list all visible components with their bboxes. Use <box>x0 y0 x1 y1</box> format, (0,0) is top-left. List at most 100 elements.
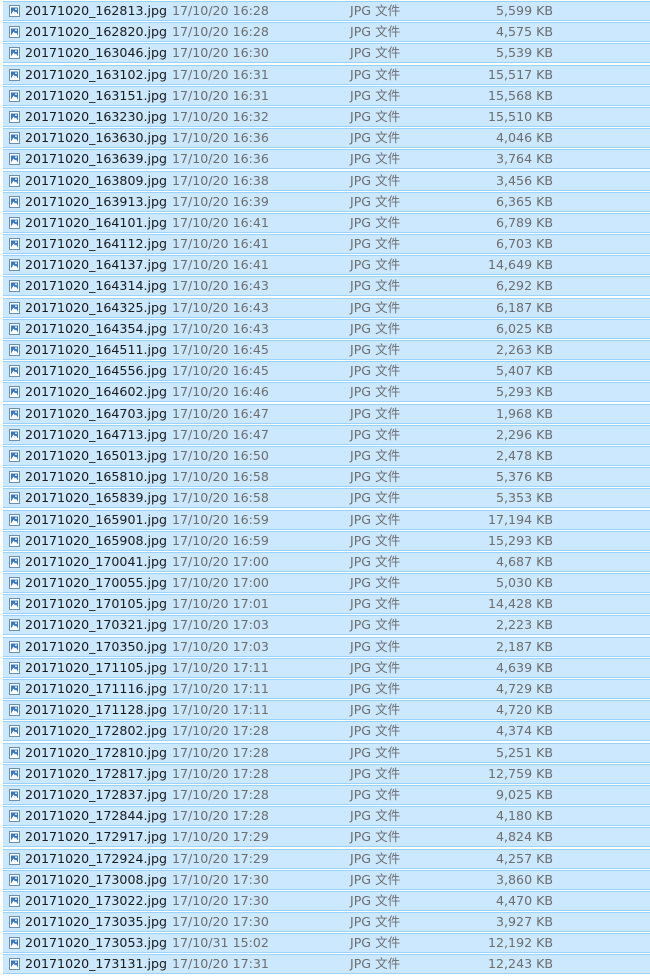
file-size: 4,374 KB <box>496 723 553 739</box>
file-row[interactable]: 20171020_172837.jpg 17/10/20 17:28 JPG 文… <box>3 784 650 805</box>
file-row[interactable]: 20171020_170055.jpg 17/10/20 17:00 JPG 文… <box>3 573 650 594</box>
file-modified-date: 17/10/20 16:38 <box>172 172 269 188</box>
file-type: JPG 文件 <box>350 596 401 612</box>
image-file-icon <box>9 555 20 568</box>
file-size: 9,025 KB <box>496 786 553 802</box>
file-row[interactable]: 20171020_164112.jpg 17/10/20 16:41 JPG 文… <box>3 234 650 255</box>
file-row[interactable]: 20171020_170041.jpg 17/10/20 17:00 JPG 文… <box>3 551 650 572</box>
file-type: JPG 文件 <box>350 511 401 527</box>
image-file-icon <box>9 640 20 653</box>
file-row[interactable]: 20171020_163809.jpg 17/10/20 16:38 JPG 文… <box>3 170 650 191</box>
file-type: JPG 文件 <box>350 935 401 951</box>
file-row[interactable]: 20171020_165901.jpg 17/10/20 16:59 JPG 文… <box>3 509 650 530</box>
file-modified-date: 17/10/20 16:43 <box>172 278 269 294</box>
file-row[interactable]: 20171020_162813.jpg 17/10/20 16:28 JPG 文… <box>3 1 650 21</box>
file-type: JPG 文件 <box>350 871 401 887</box>
file-row[interactable]: 20171020_171105.jpg 17/10/20 17:11 JPG 文… <box>3 657 650 678</box>
file-name: 20171020_173035.jpg <box>25 914 167 930</box>
image-file-icon <box>9 428 20 441</box>
file-size: 5,407 KB <box>496 363 553 379</box>
file-size: 3,764 KB <box>496 151 553 167</box>
file-row[interactable]: 20171020_164602.jpg 17/10/20 16:46 JPG 文… <box>3 382 650 403</box>
file-row[interactable]: 20171020_163630.jpg 17/10/20 16:36 JPG 文… <box>3 128 650 149</box>
file-row[interactable]: 20171020_165810.jpg 17/10/20 16:58 JPG 文… <box>3 467 650 488</box>
image-file-icon <box>9 916 20 929</box>
file-modified-date: 17/10/20 16:41 <box>172 214 269 230</box>
image-file-icon <box>9 216 20 229</box>
image-file-icon <box>9 110 20 123</box>
file-type: JPG 文件 <box>350 278 401 294</box>
file-row[interactable]: 20171020_164556.jpg 17/10/20 16:45 JPG 文… <box>3 361 650 382</box>
file-name: 20171020_171105.jpg <box>25 659 167 675</box>
file-row[interactable]: 20171020_173008.jpg 17/10/20 17:30 JPG 文… <box>3 869 650 890</box>
file-modified-date: 17/10/20 16:36 <box>172 151 269 167</box>
file-row[interactable]: 20171020_172924.jpg 17/10/20 17:29 JPG 文… <box>3 848 650 869</box>
file-modified-date: 17/10/20 17:11 <box>172 681 269 696</box>
file-row[interactable]: 20171020_162820.jpg 17/10/20 16:28 JPG 文… <box>3 22 650 43</box>
image-file-icon <box>9 322 20 335</box>
image-file-icon <box>9 449 20 462</box>
file-type: JPG 文件 <box>350 681 401 696</box>
file-row[interactable]: 20171020_172802.jpg 17/10/20 17:28 JPG 文… <box>3 721 650 742</box>
file-row[interactable]: 20171020_172810.jpg 17/10/20 17:28 JPG 文… <box>3 742 650 763</box>
file-row[interactable]: 20171020_163230.jpg 17/10/20 16:32 JPG 文… <box>3 106 650 127</box>
image-file-icon <box>9 238 20 251</box>
image-file-icon <box>9 683 20 695</box>
file-type: JPG 文件 <box>350 236 401 252</box>
file-name: 20171020_164101.jpg <box>25 214 167 230</box>
image-file-icon <box>9 344 20 356</box>
file-row[interactable]: 20171020_163102.jpg 17/10/20 16:31 JPG 文… <box>3 64 650 85</box>
image-file-icon <box>9 492 20 505</box>
file-size: 14,649 KB <box>488 257 553 273</box>
file-modified-date: 17/10/20 16:59 <box>172 532 269 548</box>
file-row[interactable]: 20171020_172817.jpg 17/10/20 17:28 JPG 文… <box>3 763 650 784</box>
file-size: 5,293 KB <box>496 384 553 400</box>
file-size: 5,030 KB <box>496 575 553 591</box>
file-row[interactable]: 20171020_171116.jpg 17/10/20 17:11 JPG 文… <box>3 679 650 699</box>
image-file-icon <box>9 873 20 886</box>
file-row[interactable]: 20171020_173035.jpg 17/10/20 17:30 JPG 文… <box>3 912 650 933</box>
file-row[interactable]: 20171020_164713.jpg 17/10/20 16:47 JPG 文… <box>3 424 650 445</box>
file-row[interactable]: 20171020_173131.jpg 17/10/20 17:31 JPG 文… <box>3 954 650 975</box>
file-size: 5,376 KB <box>496 469 553 485</box>
file-type: JPG 文件 <box>350 66 401 82</box>
file-row[interactable]: 20171020_172917.jpg 17/10/20 17:29 JPG 文… <box>3 827 650 848</box>
file-row[interactable]: 20171020_163046.jpg 17/10/20 16:30 JPG 文… <box>3 43 650 64</box>
file-row[interactable]: 20171020_170321.jpg 17/10/20 17:03 JPG 文… <box>3 615 650 636</box>
file-row[interactable]: 20171020_164101.jpg 17/10/20 16:41 JPG 文… <box>3 212 650 233</box>
file-row[interactable]: 20171020_170350.jpg 17/10/20 17:03 JPG 文… <box>3 636 650 657</box>
file-row[interactable]: 20171020_164325.jpg 17/10/20 16:43 JPG 文… <box>3 297 650 318</box>
file-row[interactable]: 20171020_173022.jpg 17/10/20 17:30 JPG 文… <box>3 890 650 911</box>
file-row[interactable]: 20171020_165908.jpg 17/10/20 16:59 JPG 文… <box>3 530 650 551</box>
image-file-icon <box>9 810 20 823</box>
file-modified-date: 17/10/20 16:39 <box>172 193 269 209</box>
file-name: 20171020_163639.jpg <box>25 151 167 167</box>
image-file-icon <box>9 513 20 526</box>
file-row[interactable]: 20171020_164137.jpg 17/10/20 16:41 JPG 文… <box>3 255 650 276</box>
file-row[interactable]: 20171020_165839.jpg 17/10/20 16:58 JPG 文… <box>3 488 650 509</box>
file-row[interactable]: 20171020_164354.jpg 17/10/20 16:43 JPG 文… <box>3 318 650 339</box>
image-file-icon <box>9 89 20 102</box>
file-size: 4,180 KB <box>496 808 553 824</box>
file-modified-date: 17/10/20 16:30 <box>172 45 269 61</box>
image-file-icon <box>9 259 20 272</box>
file-row[interactable]: 20171020_170105.jpg 17/10/20 17:01 JPG 文… <box>3 594 650 615</box>
file-row[interactable]: 20171020_173053.jpg 17/10/31 15:02 JPG 文… <box>3 933 650 954</box>
file-row[interactable]: 20171020_163639.jpg 17/10/20 16:36 JPG 文… <box>3 149 650 170</box>
file-modified-date: 17/10/20 17:28 <box>172 723 269 739</box>
file-row[interactable]: 20171020_172844.jpg 17/10/20 17:28 JPG 文… <box>3 806 650 827</box>
file-row[interactable]: 20171020_164511.jpg 17/10/20 16:45 JPG 文… <box>3 340 650 360</box>
image-file-icon <box>9 598 20 611</box>
file-row[interactable]: 20171020_163913.jpg 17/10/20 16:39 JPG 文… <box>3 191 650 212</box>
file-row[interactable]: 20171020_164314.jpg 17/10/20 16:43 JPG 文… <box>3 276 650 297</box>
file-modified-date: 17/10/20 17:30 <box>172 892 269 908</box>
image-file-icon <box>9 661 20 674</box>
file-row[interactable]: 20171020_165013.jpg 17/10/20 16:50 JPG 文… <box>3 445 650 466</box>
file-modified-date: 17/10/20 16:41 <box>172 236 269 252</box>
file-row[interactable]: 20171020_164703.jpg 17/10/20 16:47 JPG 文… <box>3 403 650 424</box>
file-modified-date: 17/10/20 17:00 <box>172 575 269 591</box>
file-modified-date: 17/10/20 16:45 <box>172 342 269 357</box>
file-size: 4,824 KB <box>496 829 553 845</box>
file-row[interactable]: 20171020_163151.jpg 17/10/20 16:31 JPG 文… <box>3 85 650 106</box>
file-row[interactable]: 20171020_171128.jpg 17/10/20 17:11 JPG 文… <box>3 700 650 721</box>
